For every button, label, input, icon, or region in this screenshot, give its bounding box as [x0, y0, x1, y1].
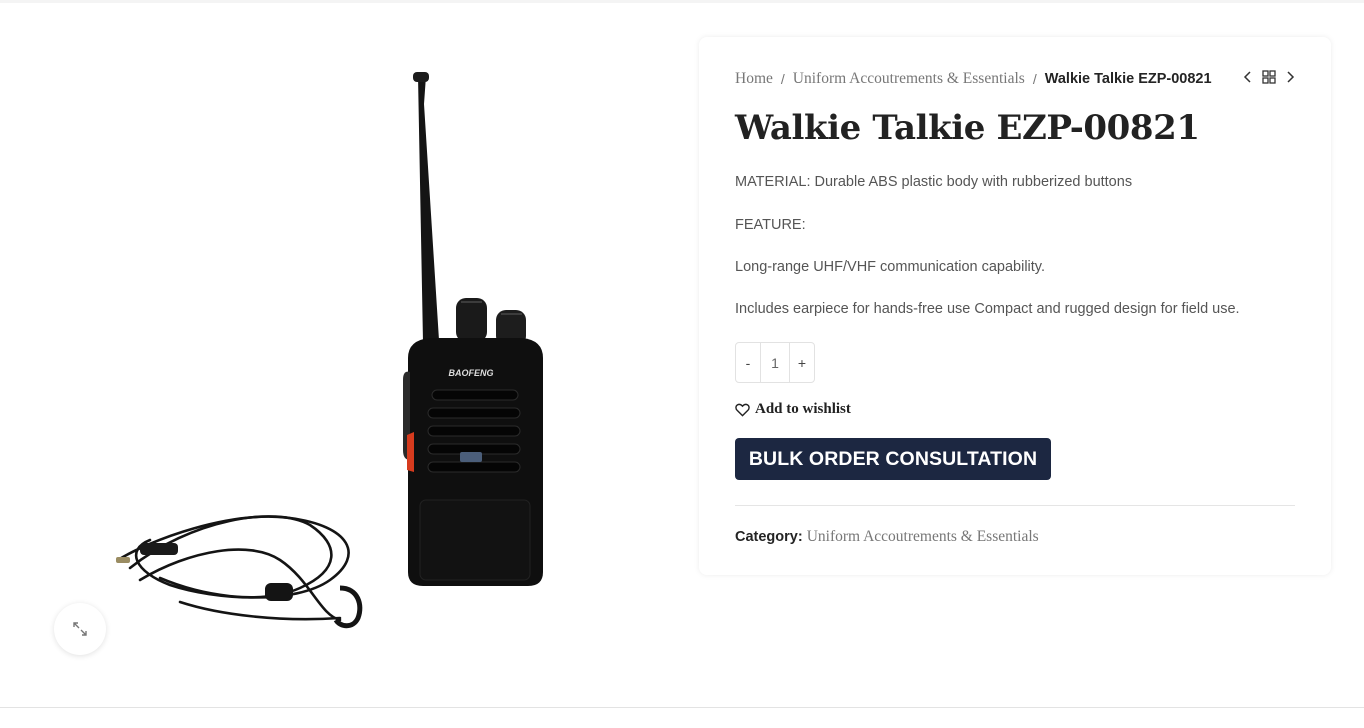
breadcrumb-home[interactable]: Home [735, 70, 773, 88]
expand-icon [73, 622, 87, 636]
product-gallery: BAOFENG [40, 40, 680, 680]
product-title: Walkie Talkie EZP-00821 [735, 108, 1200, 148]
divider [735, 505, 1295, 506]
zoom-button[interactable] [54, 603, 106, 655]
product-description-line: Long-range UHF/VHF communication capabil… [735, 259, 1046, 275]
product-image[interactable]: BAOFENG [40, 40, 680, 680]
quantity-stepper: - 1 + [735, 342, 815, 383]
quantity-input[interactable]: 1 [760, 343, 790, 382]
brand-text: BAOFENG [449, 368, 494, 378]
product-category: Category: Uniform Accoutrements & Essent… [735, 528, 1039, 546]
breadcrumb-separator: / [1032, 71, 1037, 87]
breadcrumb: Home / Uniform Accoutrements & Essential… [735, 70, 1212, 88]
product-description-line: Includes earpiece for hands-free use Com… [735, 301, 1240, 317]
next-product-button[interactable] [1285, 70, 1295, 84]
category-link[interactable]: Uniform Accoutrements & Essentials [807, 528, 1039, 546]
quantity-increase-button[interactable]: + [790, 343, 814, 382]
product-description-line: MATERIAL: Durable ABS plastic body with … [735, 174, 1133, 190]
breadcrumb-separator: / [780, 71, 785, 87]
chevron-left-icon [1243, 71, 1251, 83]
heart-icon [735, 403, 750, 417]
add-to-wishlist-button[interactable]: Add to wishlist [735, 401, 851, 418]
category-label: Category: [735, 529, 803, 545]
grid-icon [1262, 70, 1276, 84]
top-divider [0, 0, 1364, 3]
prev-product-button[interactable] [1243, 70, 1253, 84]
product-description-line: FEATURE: [735, 217, 806, 233]
bulk-order-consultation-button[interactable]: BULK ORDER CONSULTATION [735, 438, 1051, 480]
bottom-divider [0, 707, 1364, 708]
breadcrumb-current: Walkie Talkie EZP-00821 [1044, 71, 1212, 87]
product-navigation [1243, 70, 1295, 84]
product-summary-card: Home / Uniform Accoutrements & Essential… [699, 37, 1331, 575]
quantity-decrease-button[interactable]: - [736, 343, 760, 382]
chevron-right-icon [1287, 71, 1295, 83]
wishlist-label: Add to wishlist [755, 401, 851, 417]
back-to-products-button[interactable] [1262, 70, 1276, 84]
breadcrumb-category[interactable]: Uniform Accoutrements & Essentials [793, 70, 1025, 88]
